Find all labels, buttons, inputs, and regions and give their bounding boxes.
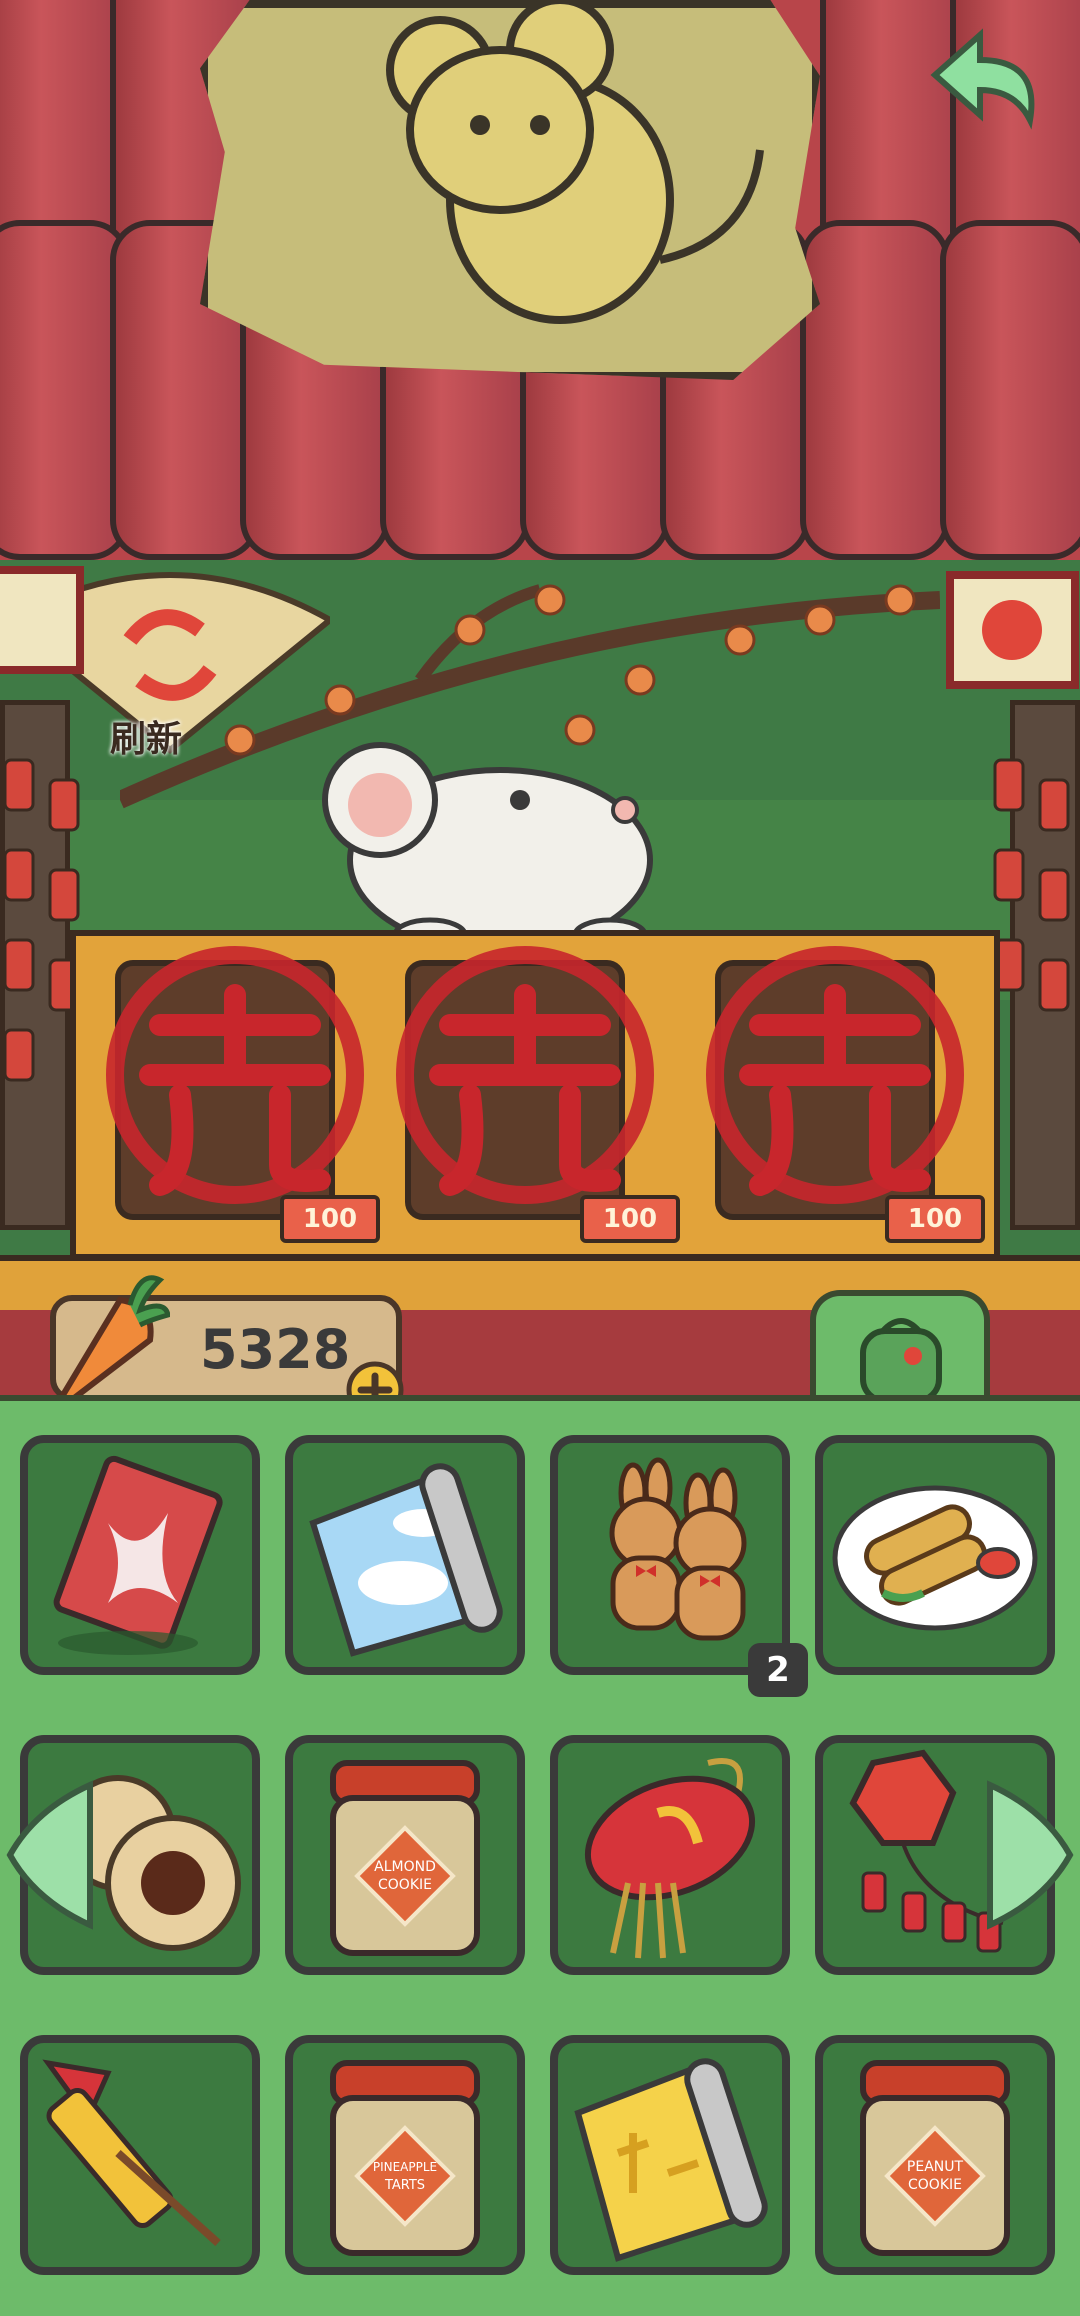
backpack-icon [860, 1318, 942, 1404]
inventory-slot-peanut-cookie-jar[interactable]: PEANUT COOKIE [815, 2035, 1055, 2275]
inventory-slot-almond-cookie-jar[interactable]: ALMOND COOKIE [285, 1735, 525, 1975]
inventory-slot-pineapple-tarts-jar[interactable]: PINEAPPLE TARTS [285, 2035, 525, 2275]
price-tag: 100 [280, 1195, 380, 1243]
right-firecrackers-icon [993, 758, 1070, 1012]
rabbit-cookies-icon [609, 1457, 747, 1641]
fu-scroll-icon [574, 2058, 768, 2262]
kite-icon [53, 1455, 223, 1655]
price-tag: 100 [885, 1195, 985, 1243]
carrot-icon [53, 1275, 170, 1410]
previous-page-arrow-icon[interactable] [5, 1780, 95, 1930]
next-page-arrow-icon[interactable] [985, 1780, 1075, 1930]
inventory-slot-fu-scroll[interactable] [550, 2035, 790, 2275]
spring-rolls-icon [832, 1485, 1038, 1631]
inventory-slot-rabbit-cookies[interactable] [550, 1435, 790, 1675]
svg-text:TARTS: TARTS [384, 2178, 425, 2193]
red-lantern-icon [584, 1758, 756, 1959]
item-count-badge: 2 [748, 1643, 808, 1697]
refresh-label[interactable]: 刷新 [110, 710, 182, 762]
svg-text:ALMOND: ALMOND [374, 1859, 436, 1875]
svg-text:COOKIE: COOKIE [908, 2177, 962, 2193]
peanut-cookie-jar-icon: PEANUT COOKIE [860, 2060, 1010, 2256]
almond-cookie-jar-icon: ALMOND COOKIE [330, 1760, 480, 1956]
lattice-ornament-left-icon [0, 566, 84, 674]
price-tag: 100 [580, 1195, 680, 1243]
inventory-slot-spring-rolls[interactable] [815, 1435, 1055, 1675]
inventory-slot-rocket-firework[interactable] [20, 2035, 260, 2275]
inventory-slot-sky-scroll[interactable] [285, 1435, 525, 1675]
sold-stamp-icon [396, 946, 654, 1204]
svg-text:COOKIE: COOKIE [378, 1877, 432, 1893]
inventory-slot-kite[interactable] [20, 1435, 260, 1675]
rocket-firework-icon [42, 2059, 221, 2246]
golden-rat-emblem-icon [386, 0, 764, 324]
backpack-tab[interactable] [810, 1290, 990, 1410]
svg-text:PEANUT: PEANUT [907, 2159, 964, 2175]
sold-stamp-icon [106, 946, 364, 1204]
inventory-slot-red-lantern[interactable] [550, 1735, 790, 1975]
svg-text:PINEAPPLE: PINEAPPLE [373, 2160, 437, 2174]
shopkeeper-mouse-icon [322, 742, 653, 950]
back-arrow-icon[interactable] [930, 20, 1050, 130]
pineapple-tarts-jar-icon: PINEAPPLE TARTS [330, 2060, 480, 2256]
sold-stamp-icon [706, 946, 964, 1204]
sky-scroll-icon [309, 1463, 503, 1657]
lattice-ornament-icon [946, 571, 1079, 689]
